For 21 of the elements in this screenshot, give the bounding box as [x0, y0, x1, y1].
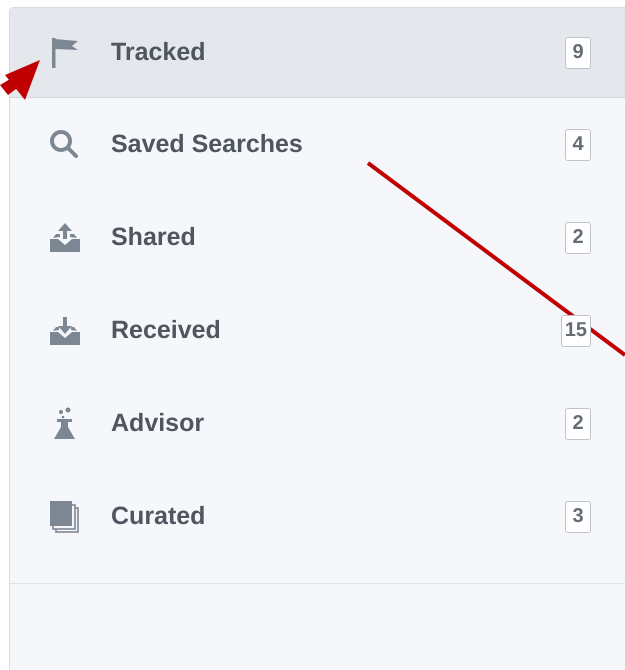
item-label: Tracked — [111, 38, 206, 67]
sidebar-item[interactable]: Advisor 2 — [10, 377, 625, 470]
annotation-arrow — [0, 60, 40, 100]
count-badge: 2 — [565, 408, 591, 440]
count-badge: 9 — [565, 36, 591, 68]
stacked-pages-icon — [48, 500, 82, 534]
item-label: Saved Searches — [111, 130, 303, 159]
sidebar-item[interactable]: Curated 3 — [10, 470, 625, 563]
sidebar-item[interactable]: Received 15 — [10, 284, 625, 377]
upload-tray-icon — [48, 220, 82, 254]
sidebar-item[interactable]: Saved Searches 4 — [10, 98, 625, 191]
count-badge: 3 — [565, 500, 591, 532]
item-label: Curated — [111, 502, 206, 531]
sidebar-item[interactable]: Tracked 9 — [10, 8, 625, 98]
item-label: Received — [111, 316, 221, 345]
count-badge: 15 — [560, 314, 591, 346]
item-label: Shared — [111, 223, 196, 252]
sidebar-item[interactable]: Shared 2 — [10, 191, 625, 284]
item-label: Advisor — [111, 409, 204, 438]
count-badge: 2 — [565, 222, 591, 254]
count-badge: 4 — [565, 128, 591, 160]
